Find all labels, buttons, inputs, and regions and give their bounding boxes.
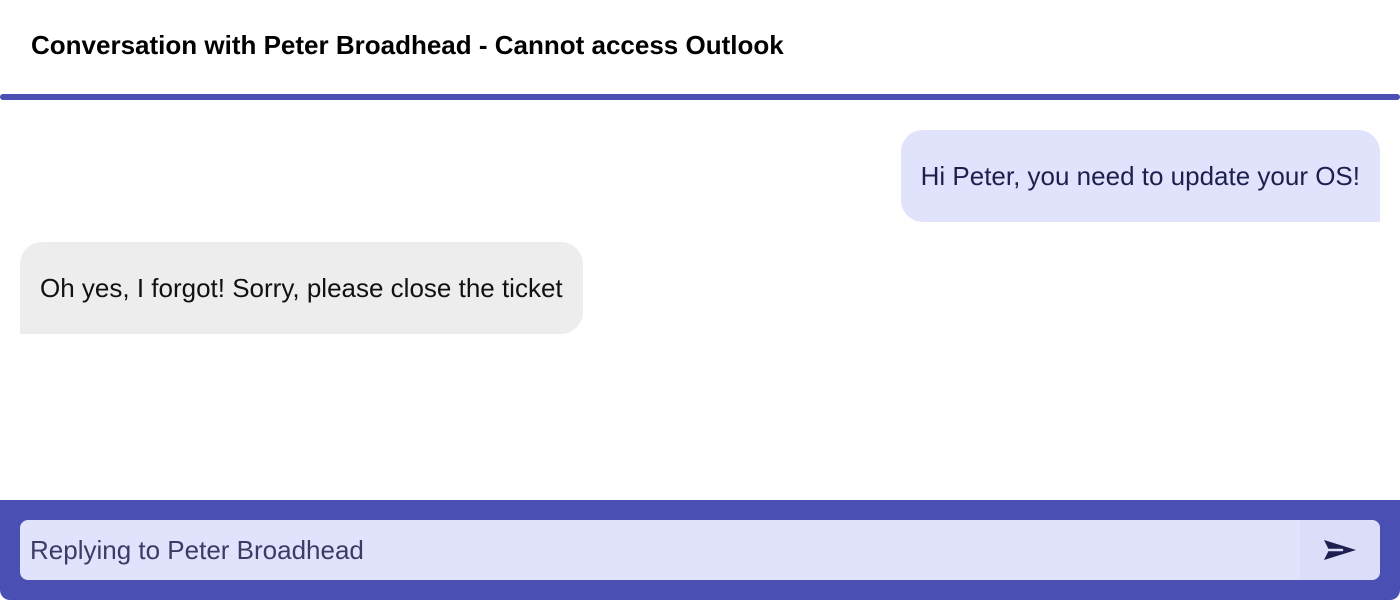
reply-composer (0, 500, 1400, 600)
message-list: Hi Peter, you need to update your OS! Oh… (0, 100, 1400, 500)
incoming-message: Oh yes, I forgot! Sorry, please close th… (20, 242, 583, 334)
outgoing-message: Hi Peter, you need to update your OS! (900, 130, 1380, 222)
reply-input[interactable] (20, 520, 1290, 580)
send-icon (1324, 540, 1356, 560)
conversation-window: Conversation with Peter Broadhead - Cann… (0, 0, 1400, 600)
conversation-title: Conversation with Peter Broadhead - Cann… (31, 30, 784, 60)
conversation-header: Conversation with Peter Broadhead - Cann… (0, 0, 1400, 94)
send-button[interactable] (1300, 520, 1380, 580)
reply-box (20, 520, 1380, 580)
